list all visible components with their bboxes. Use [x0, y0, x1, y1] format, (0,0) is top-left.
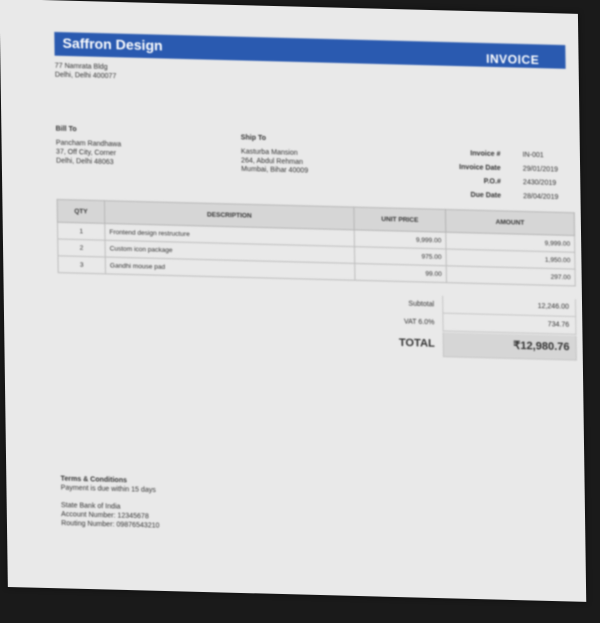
qty-cell: 1	[57, 222, 106, 241]
unit-price-header: UNIT PRICE	[353, 207, 446, 233]
subtotal-label: Subtotal	[408, 300, 435, 308]
amount-cell: 297.00	[446, 265, 576, 286]
meta-value: IN-001	[522, 151, 544, 160]
meta-value: 28/04/2019	[523, 193, 559, 202]
qty-cell: 2	[57, 239, 106, 258]
meta-value: 2430/2019	[522, 179, 557, 188]
tax-label: VAT 6.0%	[403, 318, 435, 326]
qty-cell: 3	[57, 255, 106, 274]
line-items-table: QTY DESCRIPTION UNIT PRICE AMOUNT 1 Fron…	[57, 199, 576, 286]
total-value: ₹12,980.76	[442, 331, 577, 361]
invoice-meta: Invoice # IN-001 Invoice Date 29/01/2019…	[422, 146, 559, 205]
ship-to-heading: Ship To	[240, 134, 267, 143]
meta-row: Due Date 28/04/2019	[423, 188, 559, 205]
amount-header: AMOUNT	[445, 209, 575, 236]
total-label: TOTAL	[398, 337, 435, 350]
ship-to: Ship To Kasturba Mansion 264, Abdul Rehm…	[241, 134, 309, 176]
unit-price-cell: 99.00	[354, 263, 447, 283]
bank-line: Routing Number: 09876543210	[61, 520, 160, 530]
bill-to-heading: Bill To	[55, 125, 77, 134]
bill-to: Bill To Pancham Randhawa 37, Off City, C…	[56, 125, 122, 167]
totals-block: Subtotal 12,246.00 VAT 6.0% 734.76 TOTAL…	[344, 293, 577, 361]
invoice-title: INVOICE	[485, 51, 540, 68]
company-address: 77 Namrata Bldg Delhi, Delhi 400077	[55, 62, 117, 81]
company-name: Saffron Design	[62, 35, 163, 54]
bill-to-line: Delhi, Delhi 48063	[56, 157, 114, 166]
terms-block: Terms & Conditions Payment is due within…	[61, 475, 160, 531]
qty-header: QTY	[57, 199, 105, 224]
ship-to-line: Mumbai, Bihar 40009	[241, 166, 309, 175]
terms-text: Payment is due within 15 days	[60, 484, 156, 494]
total-row: TOTAL ₹12,980.76	[344, 329, 577, 361]
meta-label: Due Date	[470, 191, 502, 200]
address-line: Delhi, Delhi 400077	[54, 71, 117, 80]
meta-value: 29/01/2019	[522, 165, 559, 174]
